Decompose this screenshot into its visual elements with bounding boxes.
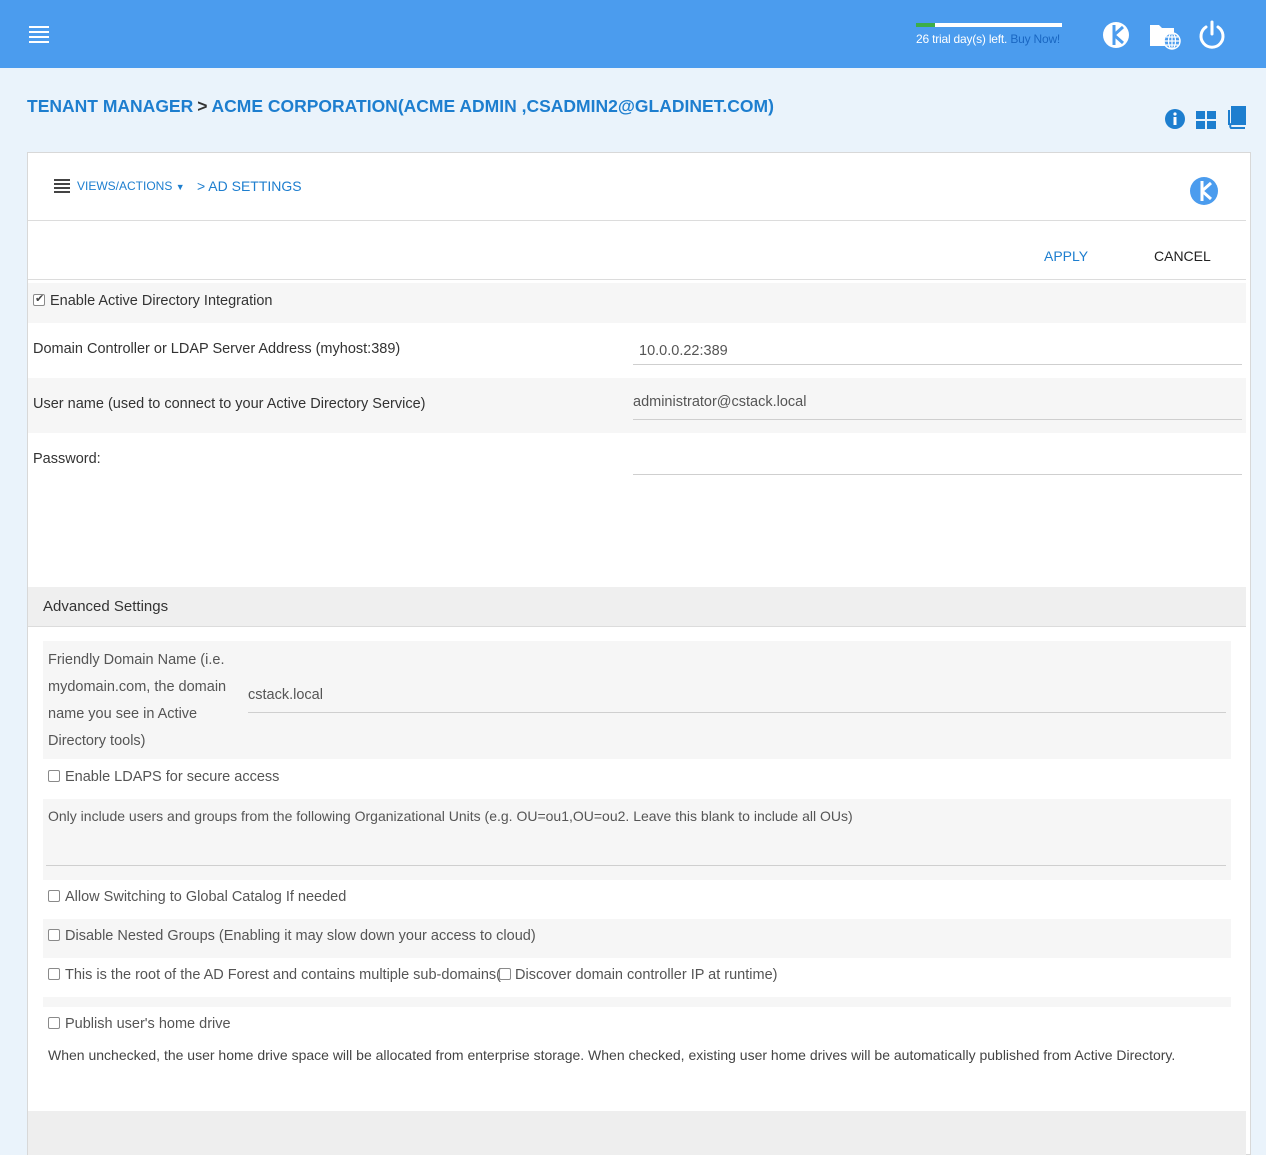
username-row: User name (used to connect to your Activ… [28, 378, 1246, 433]
ldap-server-input[interactable]: 10.0.0.22:389 [633, 343, 1242, 365]
cancel-button[interactable]: CANCEL [1154, 248, 1211, 264]
trial-progress-bar [916, 23, 1062, 27]
password-label: Password: [33, 451, 101, 467]
friendly-domain-label-line: mydomain.com, the domain [48, 679, 227, 695]
nested-groups-label: Disable Nested Groups (Enabling it may s… [65, 928, 536, 944]
forest-root-row: This is the root of the AD Forest and co… [43, 958, 1231, 997]
forest-root-option[interactable]: This is the root of the AD Forest and co… [48, 967, 777, 983]
friendly-domain-row: Friendly Domain Name (i.e. mydomain.com,… [43, 641, 1231, 759]
list-icon[interactable] [54, 179, 70, 193]
friendly-domain-label-line: Directory tools) [48, 733, 146, 749]
breadcrumb-tenant-manager[interactable]: TENANT MANAGER [27, 96, 193, 116]
forest-root-label: This is the root of the AD Forest and co… [65, 967, 502, 983]
friendly-domain-label-line: name you see in Active [48, 706, 198, 722]
nested-groups-checkbox[interactable] [48, 929, 60, 941]
action-bar: APPLY CANCEL [28, 221, 1246, 280]
info-icon[interactable] [1164, 108, 1186, 130]
panel-header: VIEWS/ACTIONS ▼ > AD SETTINGS [28, 153, 1246, 221]
friendly-domain-input[interactable]: cstack.local [248, 687, 1226, 713]
global-catalog-option[interactable]: Allow Switching to Global Catalog If nee… [48, 889, 346, 905]
friendly-domain-label: Friendly Domain Name (i.e. mydomain.com,… [48, 647, 243, 755]
friendly-domain-label-line: Friendly Domain Name (i.e. [48, 652, 225, 668]
forest-root-checkbox[interactable] [48, 968, 60, 980]
discover-dc-checkbox[interactable] [499, 968, 512, 980]
brand-logo-icon[interactable] [1101, 20, 1131, 50]
nested-groups-option[interactable]: Disable Nested Groups (Enabling it may s… [48, 928, 536, 944]
global-catalog-checkbox[interactable] [48, 890, 60, 902]
enable-ad-option[interactable]: Enable Active Directory Integration [33, 292, 273, 309]
brand-logo-icon [1190, 177, 1218, 205]
enable-ad-row: Enable Active Directory Integration [28, 283, 1246, 323]
ldaps-checkbox[interactable] [48, 770, 60, 782]
hamburger-menu-icon[interactable] [29, 26, 49, 43]
grid-icon[interactable] [1195, 108, 1217, 130]
publish-home-option[interactable]: Publish user's home drive [48, 1016, 231, 1032]
ad-settings-panel: VIEWS/ACTIONS ▼ > AD SETTINGS APPLY CANC… [27, 152, 1251, 1155]
publish-home-checkbox[interactable] [48, 1017, 60, 1029]
password-input[interactable] [633, 449, 1242, 475]
ldaps-row: Enable LDAPS for secure access [43, 759, 1231, 799]
page-breadcrumb: TENANT MANAGER > ACME CORPORATION(ACME ADM… [27, 96, 774, 117]
panel-footer [28, 1111, 1246, 1155]
views-actions-label: VIEWS/ACTIONS [77, 179, 173, 193]
book-icon[interactable] [1226, 105, 1248, 129]
ou-filter-input[interactable] [46, 839, 1226, 866]
publish-home-row: Publish user's home drive When unchecked… [43, 1007, 1231, 1097]
publish-home-description: When unchecked, the user home drive spac… [48, 1047, 1176, 1063]
trial-text: 26 trial day(s) left. Buy Now! [916, 32, 1062, 46]
enable-ad-checkbox[interactable] [33, 292, 45, 306]
global-catalog-row: Allow Switching to Global Catalog If nee… [43, 880, 1231, 919]
ldap-server-label: Domain Controller or LDAP Server Address… [33, 341, 401, 357]
publish-home-label: Publish user's home drive [65, 1016, 231, 1032]
advanced-settings-title: Advanced Settings [43, 598, 169, 615]
buy-now-link[interactable]: Buy Now! [1010, 32, 1060, 46]
enable-ad-label: Enable Active Directory Integration [50, 293, 273, 309]
ldap-server-row: Domain Controller or LDAP Server Address… [28, 323, 1246, 378]
advanced-settings-header: Advanced Settings [28, 587, 1246, 627]
ad-settings-crumb: > AD SETTINGS [197, 178, 302, 194]
ldaps-option[interactable]: Enable LDAPS for secure access [48, 769, 279, 785]
caret-down-icon: ▼ [175, 182, 185, 192]
username-input[interactable]: administrator@cstack.local [633, 394, 1242, 420]
trial-progress-fill [916, 23, 935, 27]
top-bar: 26 trial day(s) left. Buy Now! [0, 0, 1266, 68]
power-icon[interactable] [1197, 20, 1227, 50]
global-catalog-label: Allow Switching to Global Catalog If nee… [65, 889, 347, 905]
nested-groups-row: Disable Nested Groups (Enabling it may s… [43, 919, 1231, 958]
discover-dc-label: Discover domain controller IP at runtime… [515, 967, 778, 983]
ou-filter-label: Only include users and groups from the f… [48, 808, 853, 824]
trial-days-left: 26 trial day(s) left. [916, 32, 1008, 46]
folder-globe-icon[interactable] [1148, 20, 1182, 50]
username-label: User name (used to connect to your Activ… [33, 396, 426, 412]
password-row: Password: [28, 433, 1246, 488]
ldaps-label: Enable LDAPS for secure access [65, 769, 280, 785]
ou-filter-row: Only include users and groups from the f… [43, 799, 1231, 880]
breadcrumb-tenant[interactable]: ACME CORPORATION(ACME ADMIN ,CSADMIN2@GL… [211, 96, 773, 116]
trial-status: 26 trial day(s) left. Buy Now! [916, 23, 1062, 46]
apply-button[interactable]: APPLY [1044, 248, 1088, 264]
spacer-row [43, 997, 1231, 1007]
views-actions-dropdown[interactable]: VIEWS/ACTIONS ▼ [77, 179, 185, 193]
breadcrumb-separator: > [197, 96, 208, 116]
